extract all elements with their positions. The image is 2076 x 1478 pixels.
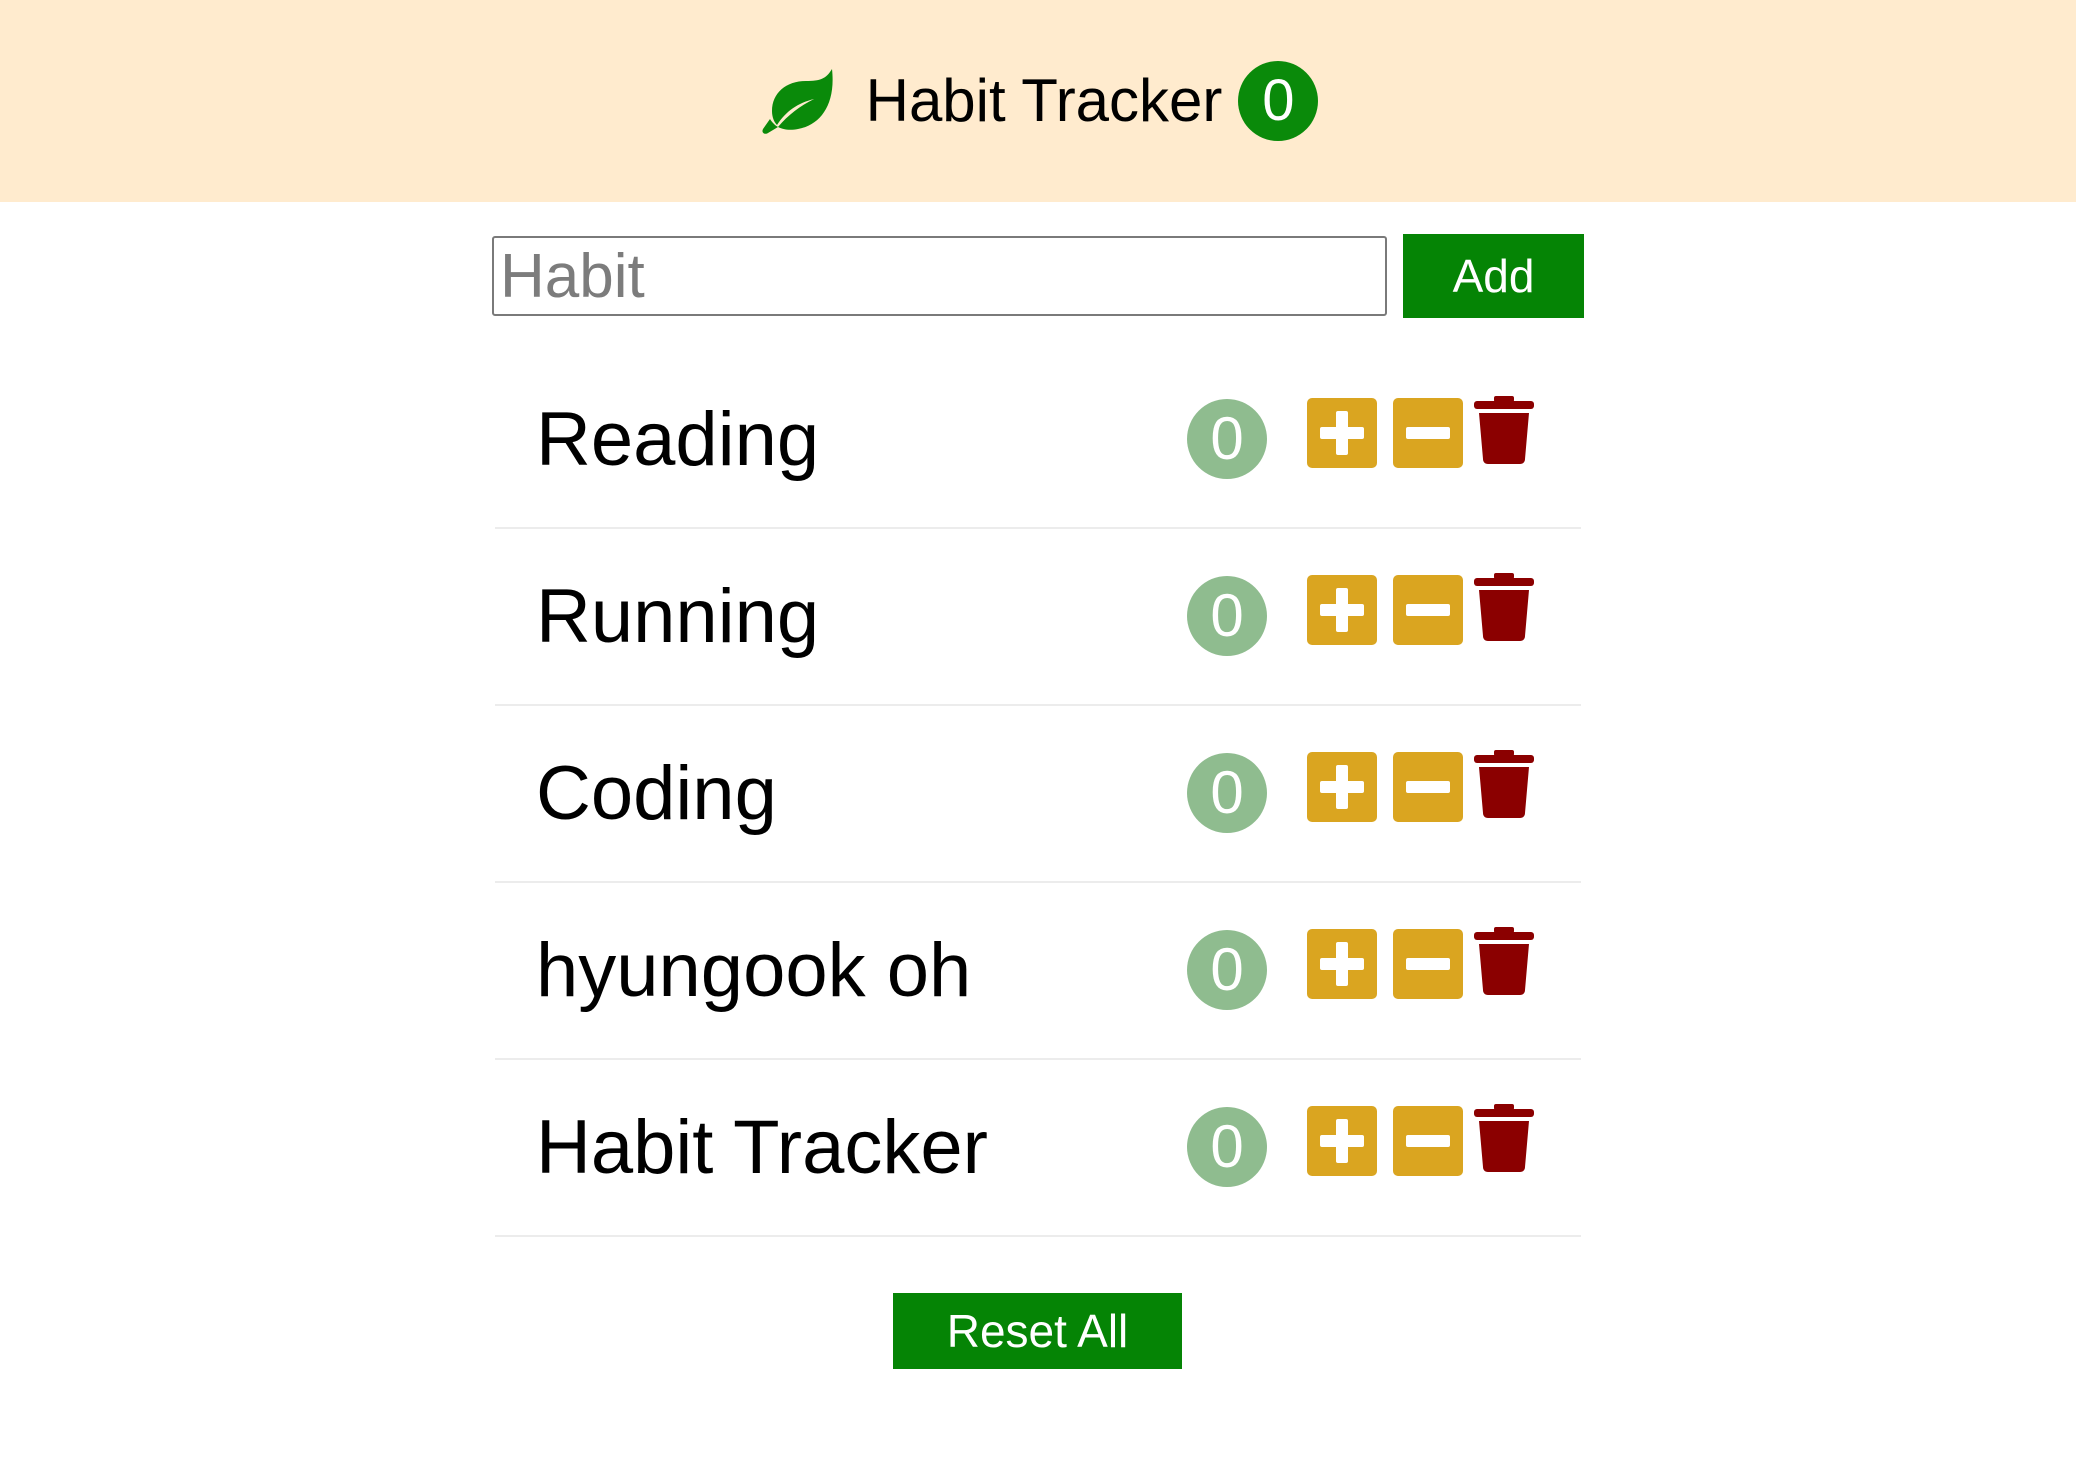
total-count-badge: 0 xyxy=(1238,61,1319,141)
plus-vertical-stroke xyxy=(1336,588,1348,632)
minus-square-icon xyxy=(1406,958,1450,970)
habit-row: Coding 0 xyxy=(495,706,1581,883)
reset-all-button[interactable]: Reset All xyxy=(893,1293,1182,1369)
habit-row: Habit Tracker 0 xyxy=(495,1060,1581,1237)
habit-list: Reading 0 Running 0 Coding 0 hyungook oh… xyxy=(495,352,1581,1237)
app-title: Habit Tracker xyxy=(865,67,1223,134)
habit-name: Reading xyxy=(536,397,820,482)
minus-square-icon xyxy=(1406,781,1450,793)
trash-icon[interactable] xyxy=(1474,750,1534,818)
minus-square-icon xyxy=(1406,427,1450,439)
habit-count-badge: 0 xyxy=(1187,576,1267,656)
habit-input[interactable] xyxy=(492,236,1387,316)
plus-vertical-stroke xyxy=(1336,942,1348,986)
increase-button[interactable] xyxy=(1307,398,1377,468)
trash-icon[interactable] xyxy=(1474,573,1534,641)
decrease-button[interactable] xyxy=(1393,752,1463,822)
habit-row: Reading 0 xyxy=(495,352,1581,529)
minus-square-icon xyxy=(1406,604,1450,616)
habit-count-badge: 0 xyxy=(1187,753,1267,833)
decrease-button[interactable] xyxy=(1393,575,1463,645)
add-button[interactable]: Add xyxy=(1403,234,1584,318)
habit-count-badge: 0 xyxy=(1187,1107,1267,1187)
decrease-button[interactable] xyxy=(1393,398,1463,468)
increase-button[interactable] xyxy=(1307,752,1377,822)
habit-count-badge: 0 xyxy=(1187,930,1267,1010)
decrease-button[interactable] xyxy=(1393,1106,1463,1176)
increase-button[interactable] xyxy=(1307,1106,1377,1176)
plus-vertical-stroke xyxy=(1336,1119,1348,1163)
habit-row: Running 0 xyxy=(495,529,1581,706)
trash-icon[interactable] xyxy=(1474,396,1534,464)
add-habit-form: Add xyxy=(492,234,1584,318)
decrease-button[interactable] xyxy=(1393,929,1463,999)
habit-name: hyungook oh xyxy=(536,928,972,1013)
plus-vertical-stroke xyxy=(1336,765,1348,809)
leaf-icon xyxy=(762,69,833,134)
plus-vertical-stroke xyxy=(1336,411,1348,455)
habit-name: Running xyxy=(536,574,820,659)
habit-name: Habit Tracker xyxy=(536,1105,988,1190)
trash-icon[interactable] xyxy=(1474,927,1534,995)
habit-name: Coding xyxy=(536,751,777,836)
header-content: Habit Tracker 0 xyxy=(758,61,1319,141)
increase-button[interactable] xyxy=(1307,575,1377,645)
trash-icon[interactable] xyxy=(1474,1104,1534,1172)
increase-button[interactable] xyxy=(1307,929,1377,999)
habit-row: hyungook oh 0 xyxy=(495,883,1581,1060)
app-header: Habit Tracker 0 xyxy=(0,0,2076,202)
habit-count-badge: 0 xyxy=(1187,399,1267,479)
minus-square-icon xyxy=(1406,1135,1450,1147)
